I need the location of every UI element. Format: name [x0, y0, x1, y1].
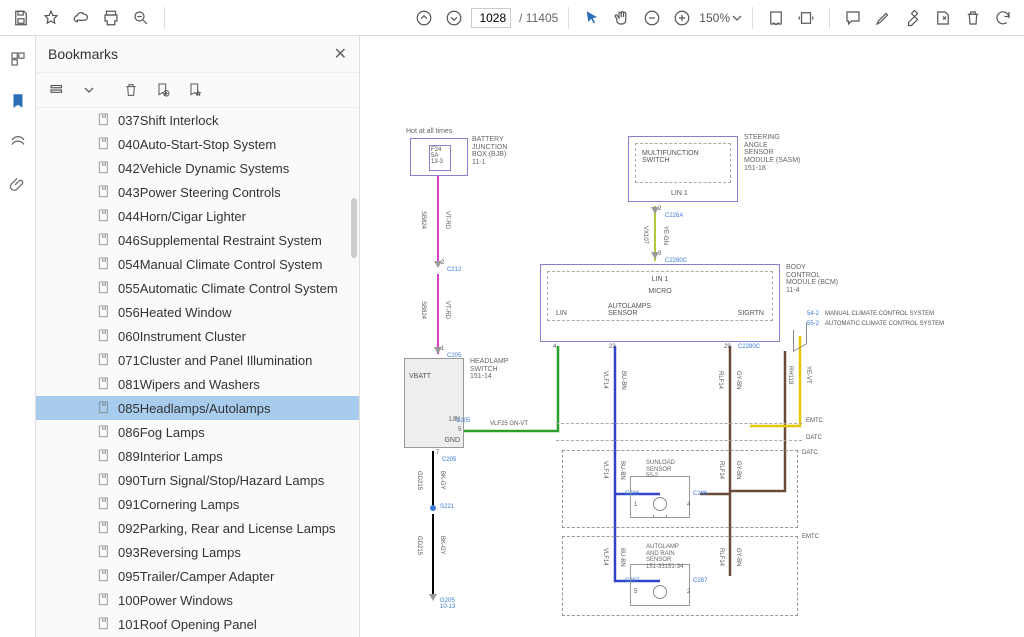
- bookmark-item[interactable]: 042Vehicle Dynamic Systems: [36, 156, 359, 180]
- bookmarks-icon[interactable]: [7, 90, 29, 112]
- bookmark-item[interactable]: 089Interior Lamps: [36, 444, 359, 468]
- cloud-icon[interactable]: [68, 5, 94, 31]
- bjb-box: F24 5A 13-3: [410, 138, 468, 176]
- erase-icon[interactable]: [900, 5, 926, 31]
- delete-bookmark-icon[interactable]: [120, 79, 142, 101]
- bookmarks-panel: Bookmarks ✕ 037Shift Interlock040Auto-St…: [36, 36, 360, 637]
- bookmark-item[interactable]: 090Turn Signal/Stop/Hazard Lamps: [36, 468, 359, 492]
- sidebar-rail: [0, 36, 36, 637]
- page-input[interactable]: [471, 8, 511, 28]
- headlamp-switch-box: VBATT LIN GND: [404, 358, 464, 448]
- highlight-icon[interactable]: [870, 5, 896, 31]
- page-up-icon[interactable]: [411, 5, 437, 31]
- sasm-box: MULTIFUNCTION SWITCH LIN 1: [628, 136, 738, 202]
- close-icon[interactable]: ✕: [334, 44, 347, 64]
- comment-icon[interactable]: [840, 5, 866, 31]
- add-bookmark-icon[interactable]: [152, 79, 174, 101]
- pointer-icon[interactable]: [579, 5, 605, 31]
- zoom-fit-icon[interactable]: [128, 5, 154, 31]
- bookmark-item[interactable]: 046Supplemental Restraint System: [36, 228, 359, 252]
- bookmark-item[interactable]: 101Roof Opening Panel: [36, 612, 359, 636]
- sign-icon[interactable]: [930, 5, 956, 31]
- fit-width-icon[interactable]: [763, 5, 789, 31]
- bookmark-item[interactable]: 085Headlamps/Autolamps: [36, 396, 359, 420]
- bookmark-item[interactable]: 044Horn/Cigar Lighter: [36, 204, 359, 228]
- layers-icon[interactable]: [7, 132, 29, 154]
- print-icon[interactable]: [98, 5, 124, 31]
- bookmark-star-icon[interactable]: [184, 79, 206, 101]
- bookmark-item[interactable]: 037Shift Interlock: [36, 108, 359, 132]
- wiring-diagram: Hot at all times F24 5A 13-3 BATTERY JUN…: [390, 36, 1020, 636]
- panel-title: Bookmarks: [48, 46, 118, 62]
- bookmark-item[interactable]: 071Cluster and Panel Illumination: [36, 348, 359, 372]
- options-chevron-icon[interactable]: [78, 79, 100, 101]
- zoom-out-icon[interactable]: [639, 5, 665, 31]
- diagram-label: STEERING ANGLE SENSOR MODULE (SASM) 151-…: [744, 134, 800, 172]
- rotate-icon[interactable]: [793, 5, 819, 31]
- thumbnails-icon[interactable]: [7, 48, 29, 70]
- bookmark-item[interactable]: 081Wipers and Washers: [36, 372, 359, 396]
- bookmarks-list[interactable]: 037Shift Interlock040Auto-Start-Stop Sys…: [36, 108, 359, 637]
- bookmark-item[interactable]: 086Fog Lamps: [36, 420, 359, 444]
- diagram-label: BODY CONTROL MODULE (BCM) 11-4: [786, 264, 838, 295]
- delete-icon[interactable]: [960, 5, 986, 31]
- document-viewport[interactable]: Hot at all times F24 5A 13-3 BATTERY JUN…: [360, 36, 1024, 637]
- top-toolbar: / 11405 150%: [0, 0, 1024, 36]
- bookmark-item[interactable]: 040Auto-Start-Stop System: [36, 132, 359, 156]
- scrollbar[interactable]: [351, 108, 357, 637]
- zoom-level[interactable]: 150%: [699, 11, 742, 25]
- bookmark-item[interactable]: 095Trailer/Camper Adapter: [36, 564, 359, 588]
- bcm-box: LIN 1 MICRO LIN AUTOLAMPS SENSOR SIGRTN: [540, 264, 780, 342]
- expand-icon[interactable]: [46, 79, 68, 101]
- sunload-sensor-box: [630, 476, 690, 518]
- save-icon[interactable]: [8, 5, 34, 31]
- diagram-label: Hot at all times: [406, 128, 452, 136]
- bookmark-item[interactable]: 092Parking, Rear and License Lamps: [36, 516, 359, 540]
- zoom-in-icon[interactable]: [669, 5, 695, 31]
- page-total: / 11405: [519, 11, 558, 25]
- attachments-icon[interactable]: [7, 174, 29, 196]
- bookmark-item[interactable]: 056Heated Window: [36, 300, 359, 324]
- star-icon[interactable]: [38, 5, 64, 31]
- hand-icon[interactable]: [609, 5, 635, 31]
- diagram-label: BATTERY JUNCTION BOX (BJB) 11-1: [472, 136, 507, 167]
- bookmark-item[interactable]: 055Automatic Climate Control System: [36, 276, 359, 300]
- bookmark-item[interactable]: 054Manual Climate Control System: [36, 252, 359, 276]
- bookmark-item[interactable]: 043Power Steering Controls: [36, 180, 359, 204]
- bookmark-item[interactable]: 093Reversing Lamps: [36, 540, 359, 564]
- bookmark-item[interactable]: 100Power Windows: [36, 588, 359, 612]
- panel-tools: [36, 73, 359, 108]
- undo-icon[interactable]: [990, 5, 1016, 31]
- page-down-icon[interactable]: [441, 5, 467, 31]
- diagram-label: HEADLAMP SWITCH 151-14: [470, 358, 509, 381]
- bookmark-item[interactable]: 091Cornering Lamps: [36, 492, 359, 516]
- bookmark-item[interactable]: 060Instrument Cluster: [36, 324, 359, 348]
